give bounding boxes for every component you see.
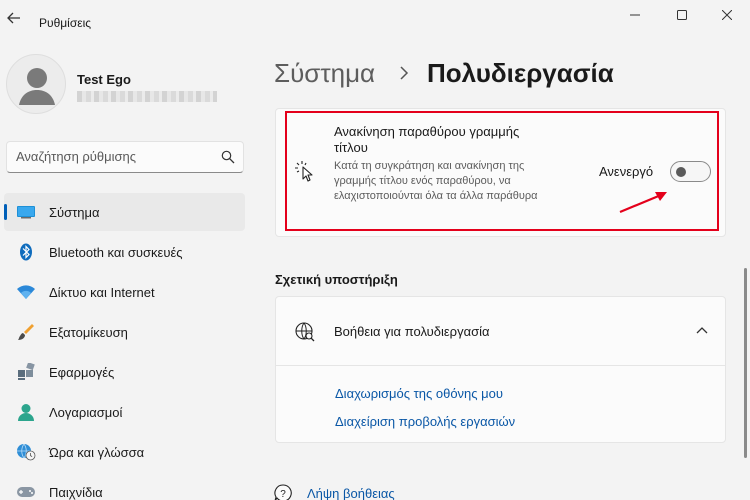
toggle-knob [676,167,686,177]
gamepad-icon [16,483,36,500]
system-icon [16,203,36,221]
sidebar-item-label: Εξατομίκευση [49,324,128,340]
account-icon [16,403,36,421]
globe-search-icon [295,322,315,342]
sidebar-item-apps[interactable]: Εφαρμογές [4,353,245,391]
avatar[interactable] [6,54,66,114]
maximize-button[interactable] [659,2,705,28]
breadcrumb-separator [399,62,413,84]
svg-text:?: ? [280,489,286,500]
minimize-button[interactable] [612,2,658,28]
sidebar-item-label: Bluetooth και συσκευές [49,244,183,260]
setting-description: Κατά τη συγκράτηση και ανακίνηση της γρα… [334,160,538,202]
search-icon[interactable] [221,150,235,164]
brush-icon [16,323,36,341]
search-box[interactable] [6,141,244,173]
chevron-up-icon[interactable] [695,324,709,336]
sidebar-nav: Σύστημα Bluetooth και συσκευές Δίκτυο κα… [4,193,245,500]
sidebar-item-gaming[interactable]: Παιχνίδια [4,473,245,500]
title-bar-shake-toggle[interactable] [670,161,711,182]
apps-icon [16,363,36,381]
user-email-redacted [77,91,217,102]
related-support-heading: Σχετική υποστήριξη [275,272,398,287]
app-title: Ρυθμίσεις [39,16,92,30]
close-icon [722,10,732,20]
sidebar-item-accounts[interactable]: Λογαριασμοί [4,393,245,431]
minimize-icon [630,14,640,16]
setting-title: Ανακίνηση παραθύρου γραμμής τίτλου [334,124,520,155]
close-button[interactable] [704,2,750,28]
get-help-icon: ? [274,484,292,500]
sidebar-item-label: Ώρα και γλώσσα [49,444,145,460]
sidebar-item-system[interactable]: Σύστημα [4,193,245,231]
wifi-icon [16,283,36,301]
user-name: Test Ego [77,72,131,87]
globe-clock-icon [16,443,36,461]
back-arrow-icon [7,12,20,24]
toggle-state-label: Ανενεργό [599,164,654,179]
sidebar-item-network[interactable]: Δίκτυο και Internet [4,273,245,311]
help-card-divider [276,365,725,366]
sidebar-item-bluetooth[interactable]: Bluetooth και συσκευές [4,233,245,271]
sidebar-item-label: Δίκτυο και Internet [49,284,155,300]
sidebar-item-label: Παιχνίδια [49,484,103,500]
chevron-right-icon [400,66,409,80]
red-arrow-annotation [619,192,667,214]
user-silhouette-icon [19,68,55,105]
sidebar-item-personalization[interactable]: Εξατομίκευση [4,313,245,351]
sidebar-item-label: Εφαρμογές [49,364,115,380]
sidebar-item-time-language[interactable]: Ώρα και γλώσσα [4,433,245,471]
breadcrumb-parent[interactable]: Σύστημα [274,58,375,89]
window-shake-icon [295,161,313,182]
sidebar-item-label: Σύστημα [49,204,100,220]
maximize-icon [677,10,687,20]
task-view-link[interactable]: Διαχείριση προβολής εργασιών [335,414,515,429]
multitasking-help-title[interactable]: Βοήθεια για πολυδιεργασία [334,324,490,339]
page-title: Πολυδιεργασία [427,58,614,88]
split-screen-link[interactable]: Διαχωρισμός της οθόνης μου [335,386,503,401]
back-button[interactable] [4,8,24,28]
search-input[interactable] [16,149,216,164]
title-bar: Ρυθμίσεις [0,0,750,40]
scrollbar-thumb[interactable] [744,268,747,458]
get-help-link[interactable]: Λήψη βοήθειας [307,486,395,500]
sidebar-item-label: Λογαριασμοί [49,404,123,420]
bluetooth-icon [16,243,36,261]
